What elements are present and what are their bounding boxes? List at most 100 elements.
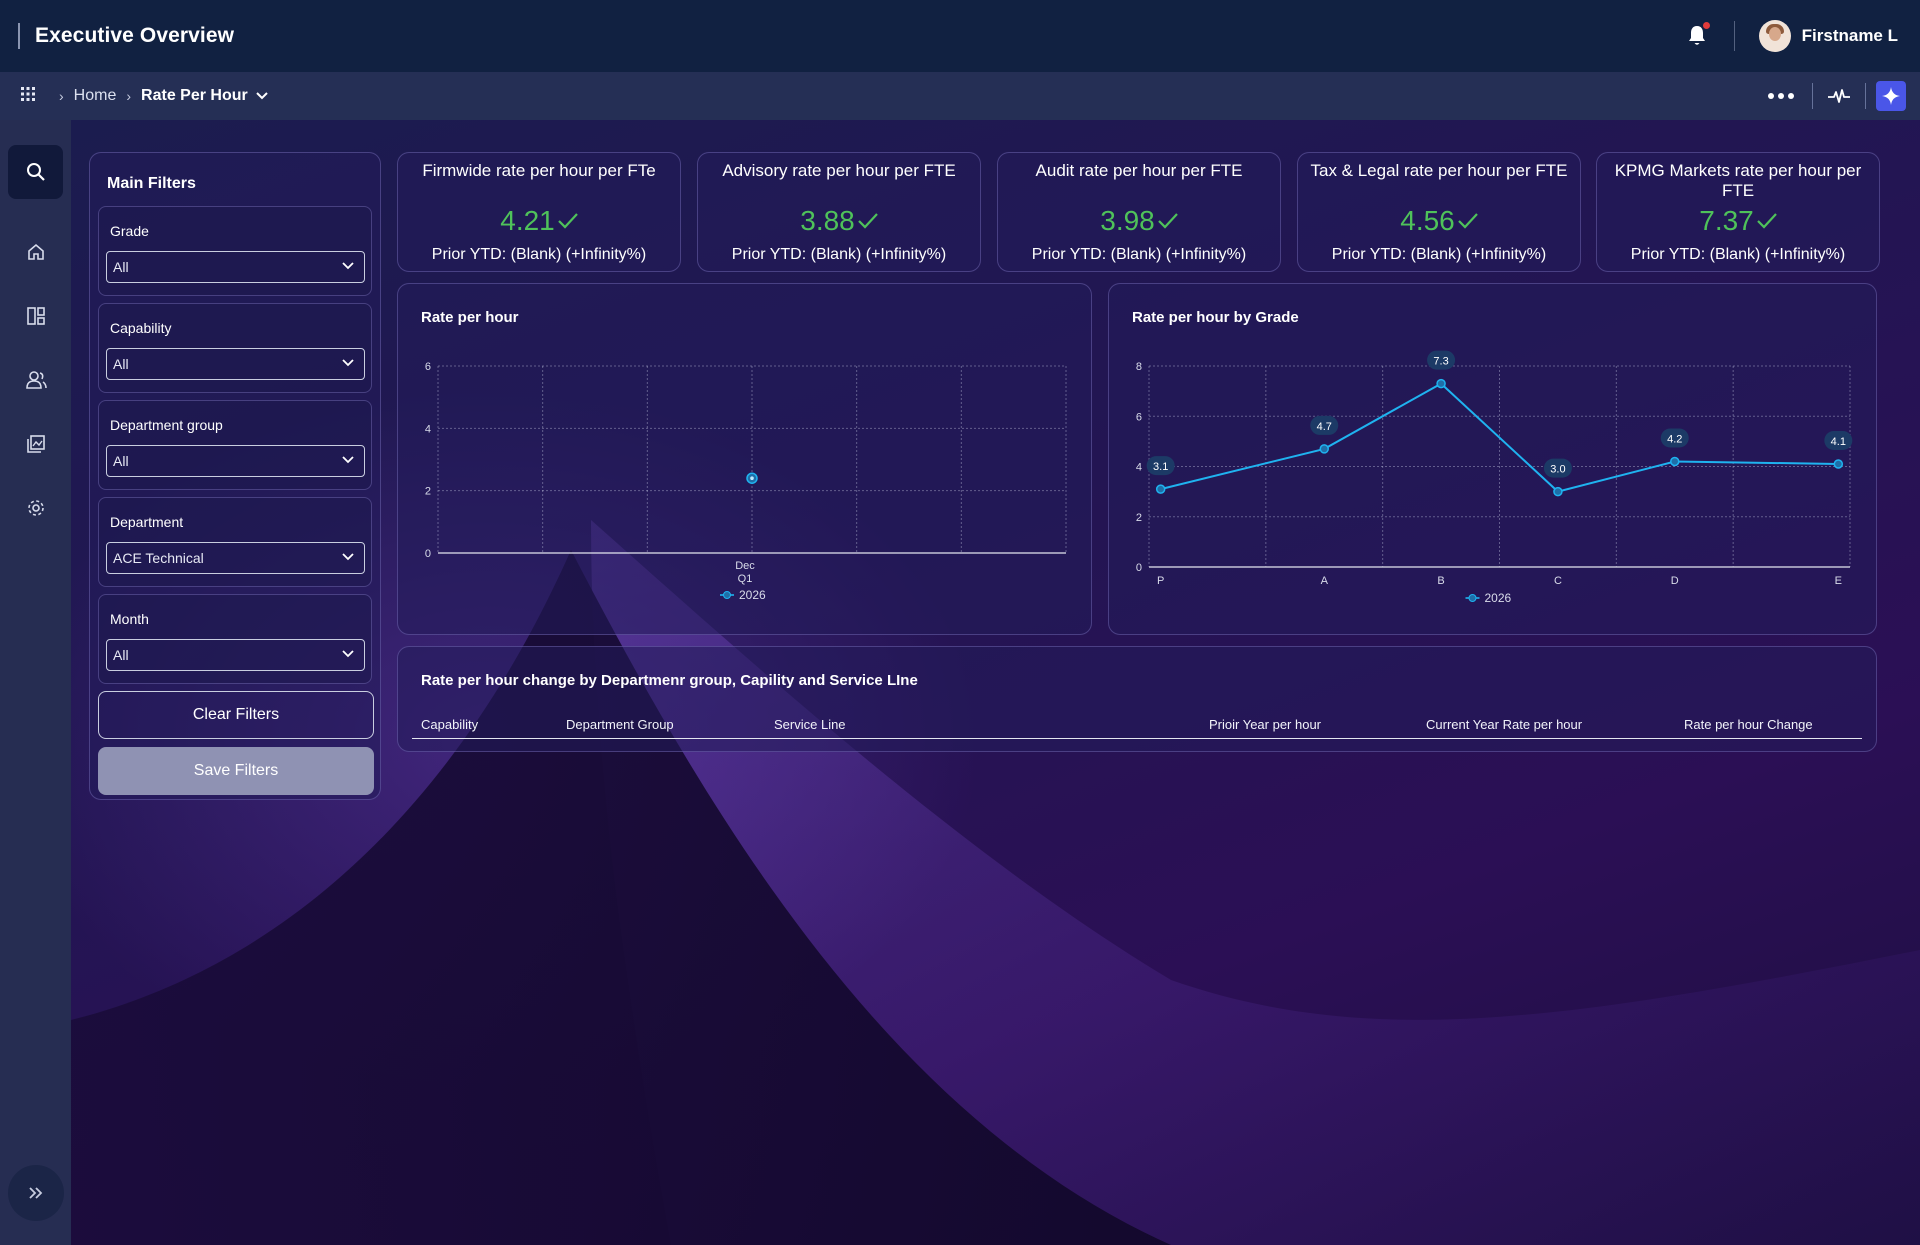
home-icon[interactable] — [0, 232, 71, 272]
search-icon[interactable] — [8, 145, 63, 199]
filter-capability: Capability All — [98, 303, 372, 393]
filter-month: Month All — [98, 594, 372, 684]
x-tick-label: Dec — [735, 560, 755, 572]
x-tick-label: P — [1157, 575, 1164, 587]
y-tick-label: 4 — [425, 423, 431, 435]
select-value: All — [113, 356, 129, 372]
filter-department: Department ACE Technical — [98, 497, 372, 587]
kpi-value-text: 4.56 — [1400, 205, 1455, 236]
rate-per-hour-by-grade-chart-panel: Rate per hour by Grade 0 2 4 6 8 P A B C D E 3.1 4.7… — [1108, 283, 1877, 635]
month-select[interactable]: All — [106, 639, 365, 671]
kpi-title: Tax & Legal rate per hour per FTE — [1310, 161, 1568, 180]
legend-label: 2026 — [1485, 591, 1512, 605]
grade-select[interactable]: All — [106, 251, 365, 283]
rate-per-hour-by-grade-chart: 0 2 4 6 8 P A B C D E 3.1 4.7 7.3 3.0 4.2 4.1 2026 — [1136, 350, 1853, 605]
user-name[interactable]: Firstname L — [1802, 26, 1898, 46]
rate-change-table-panel: Rate per hour change by Departmenr group… — [397, 646, 1877, 752]
settings-gear-icon[interactable] — [0, 488, 71, 528]
clear-filters-button[interactable]: Clear Filters — [98, 691, 374, 739]
header-divider — [1733, 21, 1735, 51]
column-header[interactable]: Current Year Rate per hour — [1426, 717, 1582, 732]
legend-marker — [723, 591, 731, 599]
kpi-value: 4.21 — [398, 205, 680, 237]
column-header[interactable]: Rate per hour Change — [1684, 717, 1813, 732]
avatar[interactable] — [1758, 20, 1791, 52]
breadcrumb-current-dropdown[interactable]: Rate Per Hour — [141, 87, 268, 105]
sparkle-icon — [1882, 87, 1900, 105]
kpi-title: Advisory rate per hour per FTE — [722, 161, 956, 180]
data-point-center — [750, 476, 754, 480]
top-bar: Executive Overview Firstname L — [0, 0, 1920, 72]
main-filters-panel: Main Filters Grade All Capability All De… — [89, 152, 381, 800]
data-point — [1155, 484, 1166, 494]
app-grid-icon[interactable] — [21, 86, 35, 106]
toolbar-divider — [1812, 83, 1813, 109]
y-tick-label: 2 — [425, 486, 431, 498]
breadcrumb-current-label: Rate Per Hour — [141, 87, 248, 104]
data-point — [1670, 456, 1680, 467]
chevron-right-icon: › — [59, 88, 64, 104]
gallery-icon[interactable] — [0, 424, 71, 464]
column-header[interactable]: Capability — [421, 717, 478, 732]
data-label: 7.3 — [1433, 356, 1448, 368]
legend-marker — [1468, 594, 1477, 602]
expand-nav-button[interactable] — [8, 1165, 64, 1221]
select-value: ACE Technical — [113, 550, 204, 566]
kpi-value: 7.37 — [1597, 205, 1879, 237]
capability-select[interactable]: All — [106, 348, 365, 380]
department-select[interactable]: ACE Technical — [106, 542, 365, 574]
title-accent-bar — [18, 23, 20, 49]
more-options-icon[interactable] — [1768, 93, 1794, 99]
y-tick-label: 0 — [425, 548, 431, 560]
x-tick-label: D — [1671, 575, 1679, 587]
checkmark-icon — [857, 213, 878, 229]
chevron-down-icon — [342, 359, 354, 367]
kpi-title: Firmwide rate per hour per FTe — [422, 161, 656, 180]
rate-per-hour-chart-panel: Rate per hour 0 2 4 6 Dec Q1 2026 — [397, 283, 1092, 635]
column-header[interactable]: Department Group — [566, 717, 674, 732]
filter-label: Month — [110, 611, 149, 627]
chevron-down-icon — [342, 650, 354, 658]
notification-bell-icon[interactable] — [1686, 22, 1710, 48]
page-title: Executive Overview — [35, 24, 235, 47]
dashboard-icon[interactable] — [0, 296, 71, 336]
data-point — [1436, 378, 1446, 389]
data-label: 4.1 — [1831, 436, 1846, 448]
breadcrumb-home-link[interactable]: Home — [74, 87, 117, 105]
left-nav-rail — [0, 120, 71, 1245]
filter-grade: Grade All — [98, 206, 372, 296]
kpi-prior-ytd: Prior YTD: (Blank) (+Infinity%) — [1630, 246, 1846, 263]
x-tick-label: E — [1835, 575, 1842, 587]
chevron-right-icon: › — [126, 88, 132, 104]
filter-department-group: Department group All — [98, 400, 372, 490]
y-tick-label: 8 — [1136, 361, 1142, 373]
breadcrumb: › Home › Rate Per Hour — [0, 72, 1920, 120]
kpi-value-text: 3.88 — [800, 205, 855, 236]
checkmark-icon — [1457, 213, 1478, 229]
ai-sparkle-button[interactable] — [1876, 81, 1906, 111]
y-tick-label: 6 — [1136, 411, 1142, 423]
table-title: Rate per hour change by Departmenr group… — [421, 672, 918, 689]
chevron-down-icon — [342, 553, 354, 561]
x-tick-label: C — [1554, 575, 1562, 587]
column-header[interactable]: Service Line — [774, 717, 846, 732]
department-group-select[interactable]: All — [106, 445, 365, 477]
save-filters-button[interactable]: Save Filters — [98, 747, 374, 795]
data-point — [1553, 486, 1563, 497]
data-label: 3.1 — [1153, 461, 1168, 473]
kpi-value-text: 4.21 — [500, 205, 555, 236]
column-header[interactable]: Prioir Year per hour — [1209, 717, 1321, 732]
kpi-value: 3.88 — [698, 205, 980, 237]
activity-pulse-icon[interactable] — [1827, 87, 1851, 105]
filter-label: Department group — [110, 417, 223, 433]
x-tick-label: A — [1321, 575, 1329, 587]
kpi-prior-ytd: Prior YTD: (Blank) (+Infinity%) — [731, 246, 947, 263]
kpi-value-text: 3.98 — [1100, 205, 1155, 236]
x-tick-label: Q1 — [738, 573, 753, 585]
data-point — [1319, 444, 1329, 454]
kpi-value-text: 7.37 — [1699, 205, 1754, 236]
y-tick-label: 2 — [1136, 512, 1142, 524]
users-icon[interactable] — [0, 360, 71, 400]
chevron-down-icon — [342, 262, 354, 270]
checkmark-icon — [1756, 213, 1777, 229]
